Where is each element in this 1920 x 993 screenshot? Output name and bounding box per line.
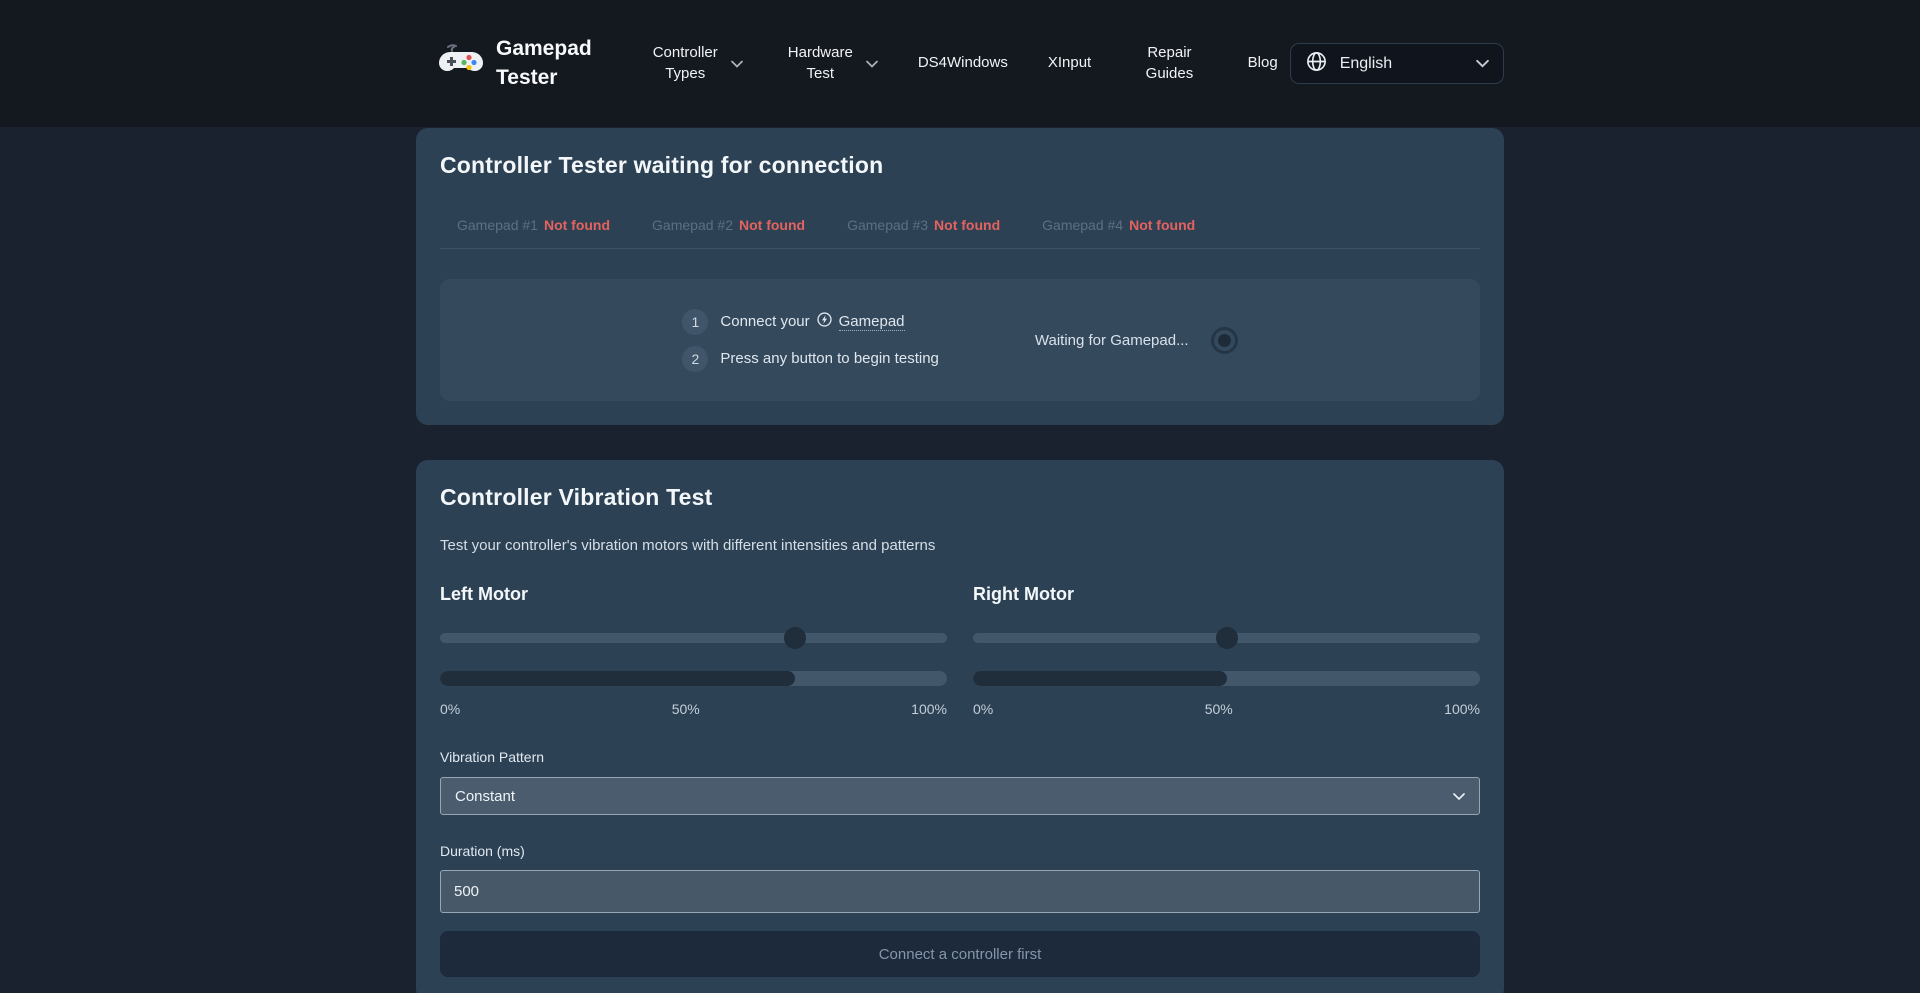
vibration-pattern-select[interactable]: Constant — [440, 777, 1480, 815]
pattern-label: Vibration Pattern — [440, 749, 1480, 765]
loading-spinner-icon — [1211, 327, 1238, 354]
status-badge: Not found — [739, 217, 805, 233]
status-badge: Not found — [544, 217, 610, 233]
nav-blog[interactable]: Blog — [1248, 53, 1278, 73]
main-content: Controller Tester waiting for connection… — [416, 128, 1504, 993]
instruction-panel: 1 Connect your Gamepad 2 P — [440, 279, 1480, 401]
site-logo[interactable]: Gamepad Tester — [438, 35, 592, 92]
gamepad-tabs: Gamepad #1 Not found Gamepad #2 Not foun… — [440, 217, 1480, 249]
chevron-down-icon — [731, 60, 743, 68]
usb-connect-icon — [816, 311, 833, 332]
gamepad-help-link[interactable]: Gamepad — [839, 313, 905, 331]
main-nav: Controller Types Hardware Test DS4Window… — [648, 43, 1278, 84]
site-title: Gamepad Tester — [496, 35, 592, 92]
right-motor-progress — [973, 671, 1480, 686]
gamepad-tab-1[interactable]: Gamepad #1 Not found — [457, 217, 610, 233]
step-number-badge: 2 — [682, 346, 708, 372]
vibration-test-button[interactable]: Connect a controller first — [440, 931, 1480, 977]
right-motor-slider[interactable] — [973, 627, 1480, 649]
language-selector[interactable]: English — [1290, 43, 1504, 84]
status-badge: Not found — [934, 217, 1000, 233]
vibration-card: Controller Vibration Test Test your cont… — [416, 460, 1504, 993]
steps-list: 1 Connect your Gamepad 2 P — [682, 309, 938, 372]
site-header: Gamepad Tester Controller Types Hardware… — [0, 0, 1920, 127]
nav-controller-types[interactable]: Controller Types — [648, 43, 743, 84]
duration-label: Duration (ms) — [440, 843, 1480, 859]
right-motor-scale: 0% 50% 100% — [973, 701, 1480, 717]
connection-card: Controller Tester waiting for connection… — [416, 128, 1504, 425]
step-connect: 1 Connect your Gamepad — [682, 309, 938, 335]
right-motor-section: Right Motor 0% 50% 100% — [973, 584, 1480, 717]
chevron-down-icon — [1453, 792, 1465, 801]
right-motor-heading: Right Motor — [973, 584, 1480, 605]
left-motor-scale: 0% 50% 100% — [440, 701, 947, 717]
motor-controls: Left Motor 0% 50% 100% Right Motor — [440, 584, 1480, 717]
vibration-title: Controller Vibration Test — [440, 484, 1480, 511]
duration-input[interactable] — [440, 870, 1480, 913]
left-motor-section: Left Motor 0% 50% 100% — [440, 584, 947, 717]
nav-ds4windows[interactable]: DS4Windows — [918, 53, 1008, 73]
gamepad-logo-icon — [438, 43, 484, 84]
globe-icon — [1305, 50, 1328, 78]
chevron-down-icon — [1476, 59, 1489, 68]
gamepad-tab-3[interactable]: Gamepad #3 Not found — [847, 217, 1000, 233]
pattern-value: Constant — [455, 788, 1453, 805]
nav-hardware-test[interactable]: Hardware Test — [783, 43, 878, 84]
left-motor-slider[interactable] — [440, 627, 947, 649]
slider-thumb[interactable] — [784, 627, 806, 649]
vibration-subtitle: Test your controller's vibration motors … — [440, 537, 1480, 554]
connection-title: Controller Tester waiting for connection — [440, 152, 1480, 179]
gamepad-tab-4[interactable]: Gamepad #4 Not found — [1042, 217, 1195, 233]
step-press-button: 2 Press any button to begin testing — [682, 346, 938, 372]
nav-xinput[interactable]: XInput — [1048, 53, 1091, 73]
left-motor-heading: Left Motor — [440, 584, 947, 605]
gamepad-tab-2[interactable]: Gamepad #2 Not found — [652, 217, 805, 233]
slider-thumb[interactable] — [1216, 627, 1238, 649]
status-badge: Not found — [1129, 217, 1195, 233]
nav-repair-guides[interactable]: Repair Guides — [1131, 43, 1207, 84]
left-motor-progress — [440, 671, 947, 686]
chevron-down-icon — [866, 60, 878, 68]
waiting-text: Waiting for Gamepad... — [1035, 332, 1189, 349]
waiting-indicator: Waiting for Gamepad... — [1035, 327, 1238, 354]
step-number-badge: 1 — [682, 309, 708, 335]
language-value: English — [1340, 55, 1464, 73]
